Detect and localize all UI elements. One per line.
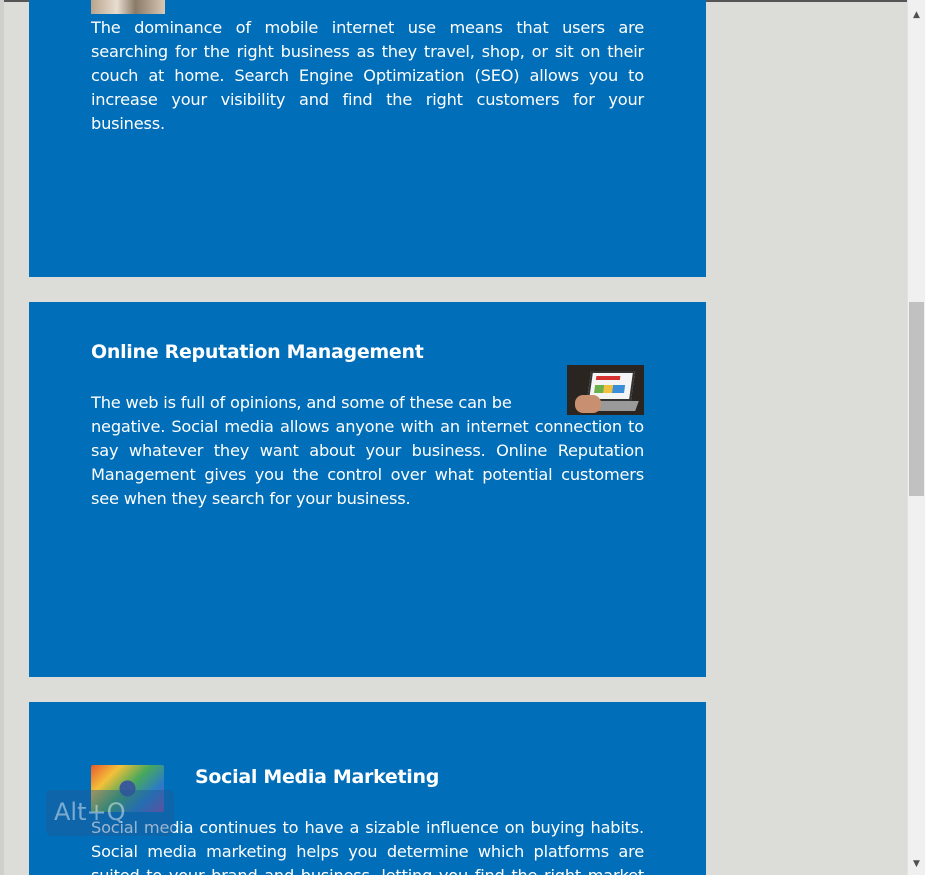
service-card-reputation: Online Reputation Management The web is …: [29, 302, 706, 677]
reputation-description-first-line: The web is full of opinions, and some of…: [91, 393, 512, 412]
window-left-edge: [0, 0, 4, 875]
service-card-social: Social Media Marketing Social media cont…: [29, 702, 706, 875]
reputation-description: negative. Social media allows anyone wit…: [91, 417, 644, 508]
scroll-down-arrow-icon[interactable]: ▼: [908, 855, 925, 872]
scrollbar-thumb[interactable]: [909, 302, 924, 496]
reputation-title: Online Reputation Management: [91, 341, 424, 363]
seo-description: The dominance of mobile internet use mea…: [91, 18, 644, 133]
vertical-scrollbar[interactable]: ▲ ▼: [907, 0, 925, 875]
seo-thumbnail: [91, 0, 165, 14]
social-title: Social Media Marketing: [195, 766, 440, 788]
service-card-seo: The dominance of mobile internet use mea…: [29, 0, 706, 277]
scroll-up-arrow-icon[interactable]: ▲: [908, 6, 925, 23]
page: The dominance of mobile internet use mea…: [0, 0, 925, 875]
alt-q-overlay: Alt+Q: [46, 790, 174, 836]
laptop-reviews-thumbnail: [567, 365, 644, 415]
